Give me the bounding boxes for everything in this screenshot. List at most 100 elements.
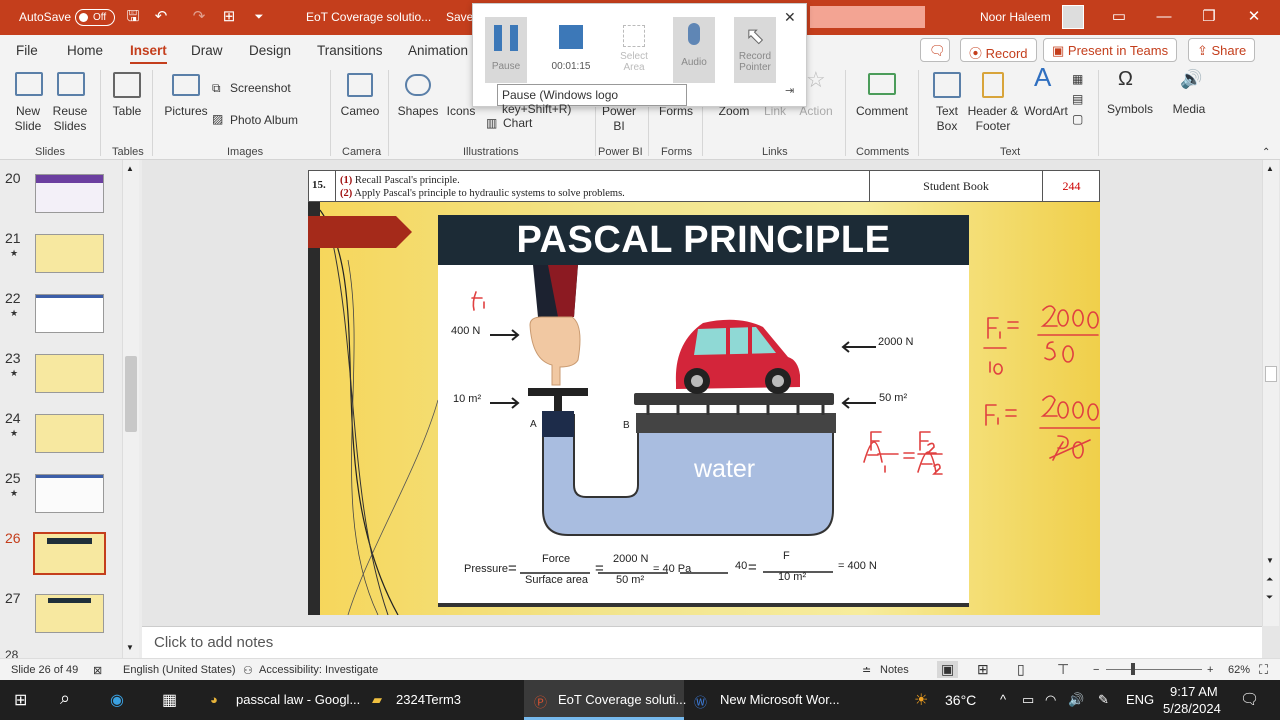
record-button[interactable]: ⦿ Record bbox=[960, 38, 1037, 62]
taskbar-powerpoint[interactable]: Ⓟ EoT Coverage soluti... bbox=[524, 680, 686, 720]
scroll-up-icon[interactable]: ▲ bbox=[126, 164, 139, 173]
wordart-button[interactable]: WordArt bbox=[1020, 104, 1072, 119]
restore-icon[interactable]: ❐ bbox=[1200, 8, 1218, 26]
screenshot-button[interactable]: Screenshot bbox=[230, 81, 291, 96]
clock-date[interactable]: 5/28/2024 bbox=[1163, 701, 1221, 716]
text-box-button[interactable]: Text Box bbox=[928, 104, 966, 134]
language-status[interactable]: English (United States) bbox=[123, 664, 236, 676]
thumbnails-scrollbar[interactable]: ▲ ▼ bbox=[122, 160, 139, 658]
slide-sorter-icon[interactable]: ⊞ bbox=[977, 661, 989, 678]
edge-icon[interactable]: ◉ bbox=[110, 690, 124, 710]
slideshow-icon[interactable]: ⊤ bbox=[1057, 661, 1069, 678]
symbols-button[interactable]: Symbols bbox=[1104, 102, 1156, 117]
audio-button[interactable]: Audio bbox=[673, 17, 715, 83]
tab-home[interactable]: Home bbox=[67, 43, 103, 58]
spell-check-icon[interactable]: ⊠ bbox=[93, 664, 102, 677]
stop-recording-button[interactable]: 00:01:15 bbox=[548, 17, 594, 83]
shapes-button[interactable]: Shapes bbox=[396, 104, 440, 119]
reading-view-icon[interactable]: ▯ bbox=[1017, 661, 1025, 678]
comment-button[interactable]: Comment bbox=[852, 104, 912, 119]
pictures-button[interactable]: Pictures bbox=[160, 104, 212, 119]
slide-thumbnail-24[interactable] bbox=[35, 414, 104, 453]
select-area-button[interactable]: Select Area bbox=[613, 17, 655, 83]
new-slide-button[interactable]: New Slide bbox=[8, 104, 48, 134]
collapse-ribbon-icon[interactable]: ⌃ bbox=[1262, 145, 1270, 160]
pen-icon[interactable]: ✎ bbox=[1098, 692, 1109, 708]
close-recording-icon[interactable]: ✕ bbox=[784, 9, 796, 26]
weather-icon[interactable]: ☀ bbox=[914, 690, 928, 710]
power-bi-button[interactable]: Power BI bbox=[600, 104, 638, 134]
slide-thumbnail-22[interactable] bbox=[35, 294, 104, 333]
normal-view-icon[interactable]: ▣ bbox=[937, 661, 959, 678]
tab-file[interactable]: File bbox=[16, 43, 38, 58]
taskbar-word[interactable]: Ⓦ New Microsoft Wor... bbox=[686, 680, 846, 720]
save-icon[interactable]: 🖫 bbox=[124, 8, 142, 26]
ribbon-display-icon[interactable]: ▭ bbox=[1110, 8, 1128, 26]
search-icon[interactable]: ⌕ bbox=[60, 688, 70, 709]
qat-dropdown-icon[interactable]: ⏷ bbox=[250, 8, 268, 26]
scroll-down-icon[interactable]: ▼ bbox=[1266, 556, 1274, 565]
close-icon[interactable]: ✕ bbox=[1245, 8, 1263, 26]
present-icon[interactable]: ⊞ bbox=[220, 8, 238, 26]
scroll-down-icon[interactable]: ▼ bbox=[126, 643, 134, 652]
accessibility-status[interactable]: Accessibility: Investigate bbox=[259, 664, 378, 676]
table-button[interactable]: Table bbox=[106, 104, 148, 119]
taskbar-folder[interactable]: ▰ 2324Term3 bbox=[362, 680, 522, 720]
tab-insert[interactable]: Insert bbox=[130, 43, 167, 64]
reuse-slides-button[interactable]: Reuse Slides bbox=[50, 104, 90, 134]
next-slide-icon[interactable]: ⏷ bbox=[1266, 592, 1273, 603]
previous-slide-icon[interactable]: ⏶ bbox=[1266, 574, 1273, 585]
fit-to-window-icon[interactable]: ⛶ bbox=[1259, 662, 1268, 678]
record-pointer-button[interactable]: ⬉ Record Pointer bbox=[734, 17, 776, 83]
chart-button[interactable]: Chart bbox=[503, 116, 532, 131]
undo-icon[interactable]: ↶ bbox=[152, 8, 170, 26]
start-icon[interactable]: ⊞ bbox=[14, 690, 27, 710]
slide-thumbnail-26[interactable] bbox=[33, 532, 106, 575]
notifications-icon[interactable]: 🗨 bbox=[1240, 690, 1259, 708]
editor-scrollbar[interactable]: ▲ ▼ ⏶ ⏷ bbox=[1262, 160, 1279, 626]
show-hidden-icons[interactable]: ^ bbox=[1000, 692, 1006, 707]
header-footer-button[interactable]: Header & Footer bbox=[966, 104, 1020, 134]
battery-icon[interactable]: ▭ bbox=[1022, 692, 1034, 708]
notes-toggle[interactable]: Notes bbox=[880, 664, 909, 676]
tab-draw[interactable]: Draw bbox=[191, 43, 223, 58]
notes-pane[interactable]: Click to add notes bbox=[142, 626, 1262, 658]
input-language[interactable]: ENG bbox=[1126, 692, 1154, 707]
scrollbar-thumb[interactable] bbox=[125, 356, 137, 432]
tab-animations[interactable]: Animation bbox=[408, 43, 468, 58]
object-icon[interactable]: ▢ bbox=[1072, 112, 1083, 127]
wifi-icon[interactable]: ◠ bbox=[1045, 692, 1056, 708]
media-button[interactable]: Media bbox=[1166, 102, 1212, 117]
tab-design[interactable]: Design bbox=[249, 43, 291, 58]
slide-thumbnail-27[interactable] bbox=[35, 594, 104, 633]
zoom-in-icon[interactable]: + bbox=[1207, 664, 1213, 676]
store-icon[interactable]: ▦ bbox=[162, 690, 177, 710]
redo-icon[interactable]: ↷ bbox=[190, 8, 208, 26]
scrollbar-thumb[interactable] bbox=[1265, 366, 1277, 382]
photo-album-button[interactable]: Photo Album bbox=[230, 113, 298, 128]
scroll-up-icon[interactable]: ▲ bbox=[1266, 164, 1279, 173]
zoom-slider-thumb[interactable] bbox=[1131, 663, 1135, 675]
volume-icon[interactable]: 🔊 bbox=[1068, 692, 1084, 708]
slide-thumbnail-23[interactable] bbox=[35, 354, 104, 393]
slide[interactable]: 15. (1) Recall Pascal's principle. (2) A… bbox=[308, 170, 1100, 615]
present-in-teams-button[interactable]: ▣ Present in Teams bbox=[1043, 38, 1178, 62]
pin-icon[interactable]: ⇥ bbox=[785, 84, 794, 97]
weather-temp[interactable]: 36°C bbox=[945, 692, 976, 708]
zoom-out-icon[interactable]: − bbox=[1093, 664, 1099, 676]
clock-time[interactable]: 9:17 AM bbox=[1170, 684, 1218, 699]
taskbar-chrome[interactable]: ◕ passcal law - Googl... bbox=[200, 680, 360, 720]
search-box[interactable] bbox=[810, 6, 925, 28]
cameo-button[interactable]: Cameo bbox=[338, 104, 382, 119]
zoom-level[interactable]: 62% bbox=[1228, 664, 1250, 676]
minimize-icon[interactable]: — bbox=[1155, 8, 1173, 26]
avatar[interactable] bbox=[1062, 5, 1084, 29]
comments-button[interactable]: 🗨 bbox=[920, 38, 950, 62]
share-button[interactable]: ⇪ Share bbox=[1188, 38, 1256, 62]
slide-thumbnail-21[interactable] bbox=[35, 234, 104, 273]
zoom-slider[interactable] bbox=[1106, 669, 1202, 670]
pause-recording-button[interactable]: Pause bbox=[485, 17, 527, 83]
autosave-toggle[interactable]: Off bbox=[75, 9, 115, 26]
slide-thumbnail-20[interactable] bbox=[35, 174, 104, 213]
slide-number-icon[interactable]: ▤ bbox=[1072, 92, 1083, 107]
